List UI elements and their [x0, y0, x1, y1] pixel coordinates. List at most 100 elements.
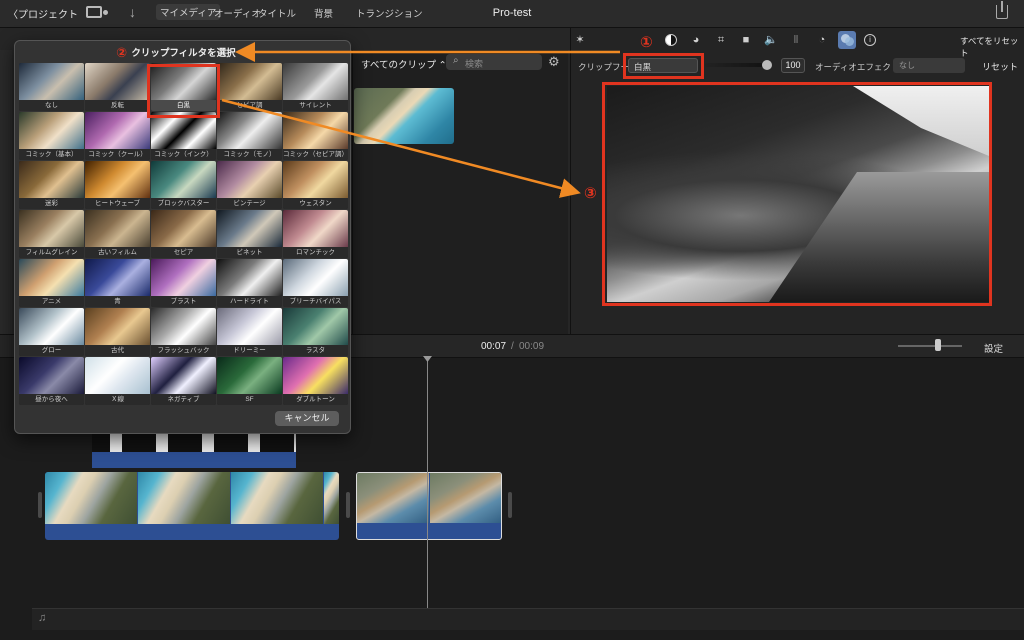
filter-option[interactable]: ラスタ	[283, 308, 348, 356]
filter-option[interactable]: ヒートウェーブ	[85, 161, 150, 209]
playhead[interactable]	[427, 358, 428, 628]
filter-option[interactable]: 反転	[85, 63, 150, 111]
filter-preview-thumbnail	[217, 259, 282, 296]
highlight-filter-field	[623, 53, 704, 79]
filter-option[interactable]: コミック（クール）	[85, 112, 150, 160]
filter-option-label: コミック（インク）	[151, 149, 216, 160]
filter-option[interactable]: 昼から夜へ	[19, 357, 84, 405]
popover-title: クリップフィルタを選択	[131, 48, 236, 59]
filter-preview-thumbnail	[151, 259, 216, 296]
filter-option[interactable]: コミック（モノ）	[217, 112, 282, 160]
clip-filter-icon[interactable]	[838, 31, 856, 49]
filter-intensity-value[interactable]: 100	[781, 58, 805, 73]
filter-option[interactable]: ドリーミー	[217, 308, 282, 356]
music-well[interactable]	[32, 608, 1024, 630]
share-icon[interactable]	[996, 1, 1008, 19]
filter-option[interactable]: なし	[19, 63, 84, 111]
filter-option[interactable]: ウェスタン	[283, 161, 348, 209]
filter-intensity-knob[interactable]	[762, 60, 772, 70]
filter-option[interactable]: セピア調	[217, 63, 282, 111]
info-icon[interactable]: i	[864, 34, 876, 46]
timeline-clip-beach[interactable]	[45, 472, 339, 540]
filter-option[interactable]: Ｘ線	[85, 357, 150, 405]
filter-option[interactable]: コミック（インク）	[151, 112, 216, 160]
volume-icon[interactable]: 🔈	[764, 34, 778, 46]
trim-handle-middle[interactable]	[346, 492, 350, 518]
filter-option-label: 反転	[85, 100, 150, 111]
tab-backgrounds[interactable]: 背景	[314, 6, 333, 20]
audio-effect-field[interactable]: なし	[893, 58, 965, 73]
filter-option-label: フラッシュバック	[151, 345, 216, 356]
filter-option[interactable]: 古代	[85, 308, 150, 356]
gear-icon[interactable]: ⚙	[548, 54, 560, 70]
filter-option[interactable]: ネガティブ	[151, 357, 216, 405]
filter-option[interactable]: 青	[85, 259, 150, 307]
filter-preview-thumbnail	[85, 357, 150, 394]
filter-option[interactable]: 古いフィルム	[85, 210, 150, 258]
filter-option-label: セピア調	[217, 100, 282, 111]
filter-option[interactable]: アニメ	[19, 259, 84, 307]
filter-option[interactable]: フラッシュバック	[151, 308, 216, 356]
color-correction-icon[interactable]: ◕	[690, 34, 702, 46]
tab-my-media[interactable]: マイメディア	[156, 4, 221, 20]
filter-option[interactable]: セピア	[151, 210, 216, 258]
filter-option[interactable]: コミック（セピア調）	[283, 112, 348, 160]
filter-option[interactable]: フィルムグレイン	[19, 210, 84, 258]
camera-stabilization-icon[interactable]: ■	[740, 34, 752, 46]
filter-option[interactable]: ビンテージ	[217, 161, 282, 209]
filter-option-label: Ｘ線	[85, 394, 150, 405]
tab-transitions[interactable]: トランジション	[356, 6, 423, 20]
search-icon: ⌕	[453, 55, 459, 66]
search-input[interactable]	[446, 54, 542, 70]
magic-wand-icon[interactable]: ✶	[574, 34, 586, 46]
filter-option[interactable]: サイレント	[283, 63, 348, 111]
timeline-settings-button[interactable]: 設定	[984, 341, 1003, 355]
filter-option[interactable]: グロー	[19, 308, 84, 356]
clip-frame	[138, 472, 230, 524]
tab-titles[interactable]: タイトル	[258, 6, 296, 20]
filter-option[interactable]: ビネット	[217, 210, 282, 258]
timeline-zoom-slider[interactable]	[898, 345, 962, 347]
filter-option[interactable]: ブラスト	[151, 259, 216, 307]
color-balance-icon[interactable]	[665, 34, 677, 46]
filter-preview-thumbnail	[283, 161, 348, 198]
filter-option[interactable]: ブリーチバイパス	[283, 259, 348, 307]
reset-button[interactable]: リセット	[982, 60, 1018, 73]
timecode-separator: /	[511, 341, 514, 352]
total-timecode: 00:09	[519, 341, 545, 352]
filter-option[interactable]: ダブルトーン	[283, 357, 348, 405]
filter-preview-thumbnail	[283, 308, 348, 345]
tab-audio[interactable]: オーディオ	[214, 6, 261, 20]
trim-handle-left[interactable]	[38, 492, 42, 518]
media-clip-thumbnail[interactable]	[354, 88, 454, 144]
filter-option[interactable]: SF	[217, 357, 282, 405]
reset-all-button[interactable]: すべてをリセット	[960, 35, 1024, 59]
overlay-clip-audio-bar	[92, 452, 296, 468]
filter-preview-thumbnail	[283, 259, 348, 296]
filter-preview-thumbnail	[217, 357, 282, 394]
cancel-button[interactable]: キャンセル	[275, 411, 339, 426]
filter-option-label: なし	[19, 100, 84, 111]
filter-option[interactable]: ブロックバスター	[151, 161, 216, 209]
filter-option[interactable]: ハードライト	[217, 259, 282, 307]
filter-preview-thumbnail	[19, 112, 84, 149]
filter-option-label: グロー	[19, 345, 84, 356]
highlight-selected-filter	[147, 64, 220, 118]
filter-option[interactable]: ロマンチック	[283, 210, 348, 258]
filter-option[interactable]: 迷彩	[19, 161, 84, 209]
music-note-icon: ♫	[38, 612, 47, 624]
filter-option[interactable]: コミック（基本）	[19, 112, 84, 160]
filter-option-label: ビンテージ	[217, 198, 282, 209]
audio-effect-label: オーディオエフェクト:	[815, 62, 902, 72]
equalizer-icon[interactable]: Ⅱ	[790, 34, 802, 46]
trim-handle-right[interactable]	[508, 492, 512, 518]
crop-icon[interactable]: ⌗	[715, 34, 727, 46]
filter-preview-thumbnail	[85, 161, 150, 198]
filter-preview-thumbnail	[85, 112, 150, 149]
clip-filter-dropdown[interactable]: すべてのクリップ ⌃	[361, 57, 447, 71]
timeline-zoom-knob[interactable]	[935, 339, 941, 351]
speed-icon[interactable]: ◔	[816, 34, 828, 46]
filter-preview-thumbnail	[85, 259, 150, 296]
timeline-clip-town[interactable]	[356, 472, 502, 540]
filter-preview-thumbnail	[283, 63, 348, 100]
